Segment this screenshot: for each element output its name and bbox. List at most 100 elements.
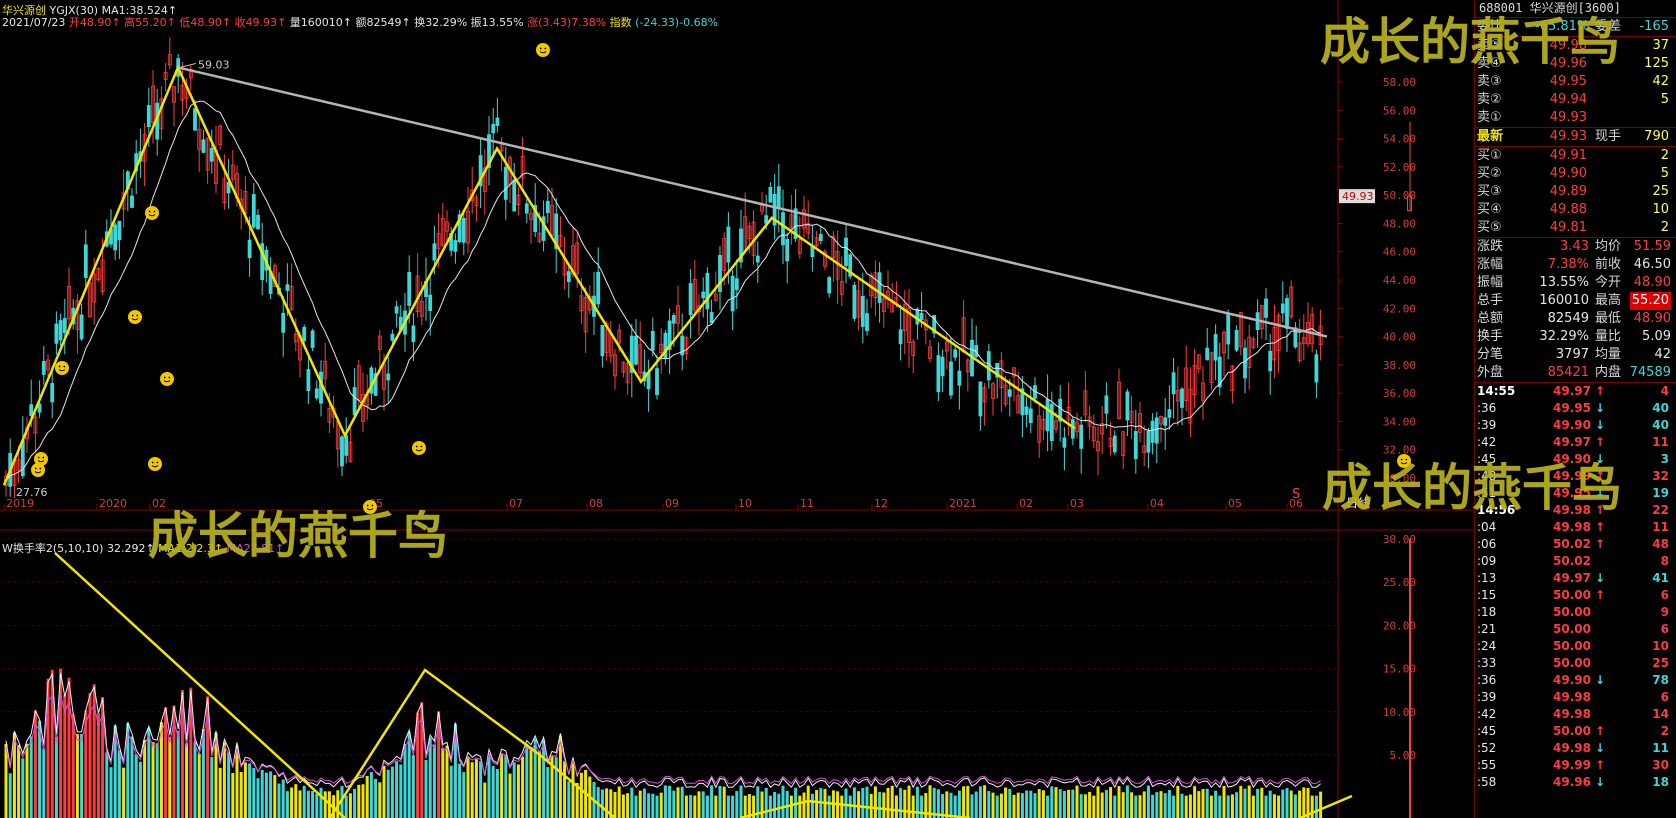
volume-value: 量160010: [289, 16, 343, 29]
turnover-bar: [441, 748, 445, 818]
tick-row[interactable]: :09 50.02 8: [1475, 553, 1676, 570]
tick-row[interactable]: :04 49.98 ↑ 11: [1475, 519, 1676, 536]
candle-body: [726, 226, 731, 263]
turnover-bar: [693, 795, 697, 818]
stat-row: 外盘 85421 内盘 74589: [1475, 364, 1676, 382]
turnover-bar: [1302, 787, 1306, 818]
candle-body: [193, 108, 197, 131]
turnover-bar: [626, 793, 630, 818]
turnover-bar: [67, 677, 71, 818]
turnover-bar: [239, 771, 243, 818]
high-value: 高55.20: [124, 16, 167, 29]
candle-body: [650, 330, 655, 351]
tick-row[interactable]: :33 50.00 25: [1475, 655, 1676, 672]
level-price: 49.81: [1549, 220, 1587, 235]
bid-row: 买① 49.91 2: [1475, 147, 1676, 165]
turnover-bar: [390, 766, 394, 818]
level-label: 买②: [1477, 166, 1502, 181]
low-label: 27.76: [16, 486, 48, 499]
turnover-bar: [848, 795, 852, 818]
turnover-bar: [563, 761, 567, 818]
turnover-bar: [1201, 788, 1205, 818]
turnover-bar: [1281, 789, 1285, 818]
tick-volume: 18: [1652, 775, 1669, 789]
candle-body: [453, 240, 458, 252]
tick-row[interactable]: :18 50.00 9: [1475, 604, 1676, 621]
turnover-bar: [117, 750, 121, 818]
current-hand-label: 现手: [1595, 129, 1622, 144]
tick-row[interactable]: 14:55 49.97 ↑ 4: [1475, 383, 1676, 400]
candle-body: [785, 238, 790, 262]
chart-area[interactable]: 58.00 56.00 54.00 52.00 50.00 48.00 46.00 44.00…: [0, 0, 1474, 818]
tick-row[interactable]: :21 50.00 6: [1475, 621, 1676, 638]
tick-row[interactable]: :39 49.90 ↓ 40: [1475, 417, 1676, 434]
tick-row[interactable]: :15 50.00 ↑ 6: [1475, 587, 1676, 604]
level-price: 49.93: [1549, 110, 1587, 125]
turnover-bar: [798, 795, 802, 818]
candle-body: [827, 277, 832, 294]
candle-body: [734, 278, 739, 291]
tick-row[interactable]: :06 50.02 ↑ 48: [1475, 536, 1676, 553]
candle-body: [566, 271, 571, 283]
x-tick-label: 2020: [99, 497, 127, 510]
turnover-bar: [1083, 794, 1087, 818]
kline-chart[interactable]: 58.0056.0054.0052.0050.0048.0046.0044.00…: [0, 0, 1474, 818]
stat-label: 前收: [1595, 257, 1622, 272]
turnover-bar: [109, 767, 113, 818]
candle-body: [340, 436, 344, 467]
high-arrow-icon: ↑: [166, 16, 176, 29]
turnover-bar: [147, 728, 151, 818]
turnover-bar: [306, 790, 310, 818]
turnover-bar: [1256, 788, 1260, 818]
x-tick-label: 2021: [949, 497, 977, 510]
stat-row: 涨幅 7.38% 前收 46.50: [1475, 256, 1676, 274]
candle-body: [247, 239, 252, 258]
tick-row[interactable]: :55 49.99 ↑ 30: [1475, 757, 1676, 774]
high-label: 59.03: [198, 58, 230, 71]
tick-row[interactable]: :45 50.00 ↑ 2: [1475, 723, 1676, 740]
candle-body: [394, 306, 399, 314]
turnover-bar: [458, 763, 462, 818]
candle-body: [852, 284, 857, 319]
tick-row[interactable]: :39 49.98 6: [1475, 689, 1676, 706]
turnover-bar: [361, 784, 365, 818]
turnover-bar: [168, 737, 172, 818]
candle-body: [306, 369, 311, 392]
turnover-bar: [949, 792, 953, 818]
subchart-title: W换手率2(5,10,10): [2, 542, 104, 555]
turnover-bar: [773, 791, 777, 818]
amplitude-value: 振13.55%: [470, 16, 524, 29]
tick-row[interactable]: :58 49.96 ↓ 18: [1475, 774, 1676, 791]
turnover-bar: [1167, 789, 1171, 818]
candle-body: [314, 388, 319, 399]
smiley-eye: [420, 445, 423, 448]
turnover-bar: [1088, 791, 1092, 818]
tick-row[interactable]: :42 49.98 14: [1475, 706, 1676, 723]
tick-volume: 22: [1652, 503, 1669, 517]
turnover-bar: [424, 759, 428, 818]
turnover-bar: [348, 793, 352, 818]
tick-row[interactable]: :36 49.90 ↓ 78: [1475, 672, 1676, 689]
tick-time: :39: [1477, 418, 1497, 432]
sub-y-tick-label: 5.00: [1390, 749, 1417, 762]
turnover-bar: [1314, 795, 1318, 818]
turnover-bar: [1092, 795, 1096, 818]
candle-body: [1264, 298, 1268, 318]
turnover-bar: [1277, 795, 1281, 818]
tick-row[interactable]: :36 49.95 ↓ 40: [1475, 400, 1676, 417]
turnover-bar: [655, 795, 659, 818]
turnover-bar: [546, 767, 550, 818]
tick-list[interactable]: 14:55 49.97 ↑ 4:36 49.95 ↓ 40:39 49.90 ↓ 40 :42 49.…: [1475, 383, 1676, 791]
turnover-bar: [844, 788, 848, 818]
tick-row[interactable]: :13 49.97 ↓ 41: [1475, 570, 1676, 587]
turnover-bar: [983, 785, 987, 818]
amount-arrow-icon: ↑: [401, 16, 411, 29]
tick-row[interactable]: :52 49.98 ↓ 11: [1475, 740, 1676, 757]
stat-label: 今开: [1595, 275, 1622, 290]
tick-arrow-icon: ↑: [1595, 588, 1606, 602]
candle-body: [209, 147, 214, 162]
bid-row: 买② 49.90 5: [1475, 165, 1676, 183]
y-tick-label: 46.00: [1383, 246, 1416, 259]
turnover-bar: [1100, 792, 1104, 818]
tick-row[interactable]: :24 50.00 10: [1475, 638, 1676, 655]
